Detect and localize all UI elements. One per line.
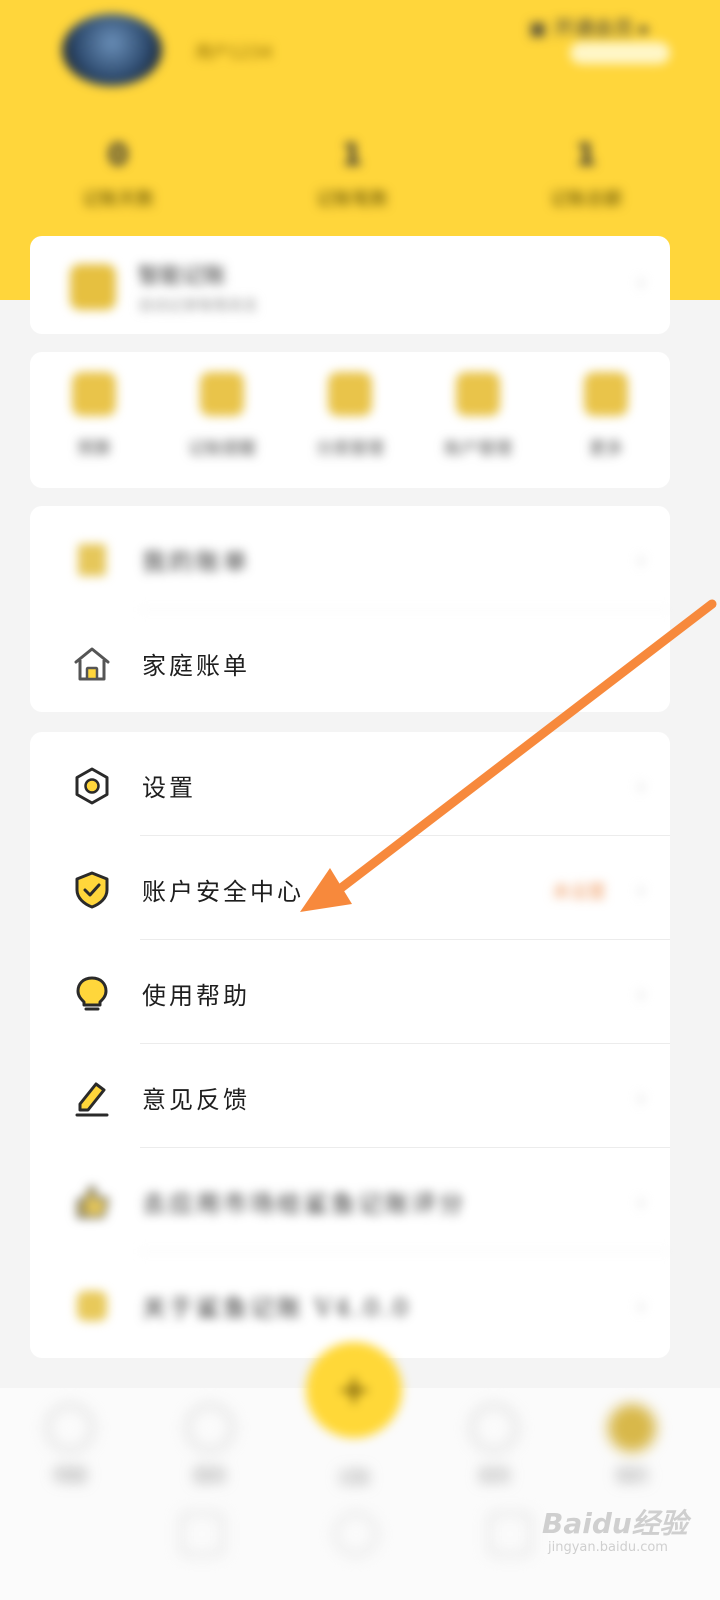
nav-charts[interactable]: 图表 <box>150 1404 270 1486</box>
stat-label: 记账天数 <box>82 189 154 210</box>
vip-pill <box>570 42 670 64</box>
chevron-right-icon: › <box>636 980 646 1008</box>
account-icon <box>456 372 500 416</box>
robot-icon <box>70 264 116 310</box>
reminder-icon <box>200 372 244 416</box>
shortcut-grid: 预算 记账提醒 分类管理 账户管理 更多 <box>30 352 670 488</box>
menu-item-security-center[interactable]: 账户安全中心 未设置 › <box>30 836 670 940</box>
list-icon <box>46 1404 94 1452</box>
info-icon <box>77 1291 107 1321</box>
promo-card[interactable]: 智能记账 自动记录每笔收支 › <box>30 236 670 334</box>
discover-icon <box>470 1404 518 1452</box>
menu-item-family-bill[interactable]: 家庭账单 <box>30 610 670 714</box>
chevron-right-icon: › <box>636 772 646 800</box>
nav-details[interactable]: 明细 <box>10 1404 130 1486</box>
shortcut-more[interactable]: 更多 <box>546 372 666 459</box>
shortcut-label: 记账提醒 <box>188 439 256 459</box>
plus-icon: + <box>337 1367 371 1413</box>
menu-item-label: 意见反馈 <box>142 1086 250 1114</box>
shortcut-category[interactable]: 分类管理 <box>290 372 410 459</box>
nav-discover[interactable]: 发现 <box>434 1404 554 1486</box>
shortcut-label: 账户管理 <box>444 439 512 459</box>
shortcut-reminder[interactable]: 记账提醒 <box>162 372 282 459</box>
edit-pencil-icon <box>75 1082 109 1117</box>
nav-record-label[interactable]: 记账 <box>294 1454 414 1488</box>
chevron-right-icon: › <box>636 1188 646 1216</box>
bill-icon <box>78 544 106 576</box>
stat-value: 1 <box>341 138 363 173</box>
stat-label: 记账总额 <box>550 189 622 210</box>
shortcut-budget[interactable]: 预算 <box>34 372 154 459</box>
menu-list-settings: 设置 › 账户安全中心 未设置 › 使用帮助 › 意见反馈 › 去应用市场给鲨鱼… <box>30 732 670 1358</box>
menu-item-label: 家庭账单 <box>142 652 250 680</box>
vip-link[interactable]: ▣ 开通会员 ▸ <box>528 12 650 41</box>
nav-label: 记账 <box>337 1468 370 1487</box>
nav-label: 图表 <box>193 1466 226 1485</box>
category-icon <box>328 372 372 416</box>
system-recent-button[interactable] <box>488 1512 532 1556</box>
nav-label: 发现 <box>477 1466 510 1485</box>
profile-icon <box>608 1404 656 1452</box>
menu-item-label: 去应用市场给鲨鱼记账评分 <box>142 1190 466 1218</box>
menu-item-my-bill[interactable]: 我的账单 › <box>30 506 670 610</box>
avatar[interactable] <box>62 14 162 86</box>
shortcut-label: 分类管理 <box>316 439 384 459</box>
menu-item-label: 我的账单 <box>142 548 250 576</box>
system-home-button[interactable] <box>334 1512 378 1556</box>
thumbs-up-icon <box>76 1185 109 1219</box>
add-record-button[interactable]: + <box>306 1342 402 1438</box>
system-back-button[interactable] <box>180 1512 224 1556</box>
watermark-logo: Baidu经验 <box>542 1507 688 1540</box>
gear-hexagon-icon <box>75 767 109 805</box>
menu-list-bills: 我的账单 › 家庭账单 <box>30 506 670 712</box>
menu-item-label: 使用帮助 <box>142 982 250 1010</box>
shield-check-icon <box>75 871 109 909</box>
more-icon <box>584 372 628 416</box>
menu-item-settings[interactable]: 设置 › <box>30 732 670 836</box>
promo-subtitle: 自动记录每笔收支 <box>138 296 259 314</box>
nav-label: 明细 <box>53 1466 86 1485</box>
menu-item-label: 关于鲨鱼记账 V4.0.0 <box>142 1294 412 1322</box>
shortcut-label: 更多 <box>589 439 623 459</box>
stat-value: 0 <box>107 138 129 173</box>
stat-count[interactable]: 1 记账笔数 <box>252 138 452 211</box>
status-badge: 未设置 <box>552 882 606 903</box>
stat-days[interactable]: 0 记账天数 <box>18 138 218 211</box>
menu-item-about[interactable]: 关于鲨鱼记账 V4.0.0 › <box>30 1252 670 1356</box>
stat-total[interactable]: 1 记账总额 <box>486 138 686 211</box>
shortcut-label: 预算 <box>77 439 111 459</box>
watermark-url: jingyan.baidu.com <box>548 1540 668 1555</box>
nav-profile[interactable]: 我的 <box>572 1404 692 1486</box>
menu-item-label: 账户安全中心 <box>142 878 304 906</box>
chevron-right-icon: › <box>636 1084 646 1112</box>
chevron-right-icon: › <box>636 546 646 574</box>
menu-item-label: 设置 <box>142 774 196 802</box>
stat-value: 1 <box>575 138 597 173</box>
username: 用户1234 <box>195 43 273 63</box>
menu-item-feedback[interactable]: 意见反馈 › <box>30 1044 670 1148</box>
chevron-right-icon: › <box>636 1292 646 1320</box>
menu-item-help[interactable]: 使用帮助 › <box>30 940 670 1044</box>
budget-icon <box>72 372 116 416</box>
shortcut-account[interactable]: 账户管理 <box>418 372 538 459</box>
house-icon <box>74 647 110 681</box>
chevron-right-icon: › <box>636 268 646 296</box>
lightbulb-icon <box>76 976 108 1011</box>
menu-item-rate-app[interactable]: 去应用市场给鲨鱼记账评分 › <box>30 1148 670 1252</box>
chevron-right-icon: › <box>636 876 646 904</box>
nav-label: 我的 <box>615 1466 648 1485</box>
stat-label: 记账笔数 <box>316 189 388 210</box>
promo-title: 智能记账 <box>138 264 227 289</box>
chart-icon <box>186 1404 234 1452</box>
